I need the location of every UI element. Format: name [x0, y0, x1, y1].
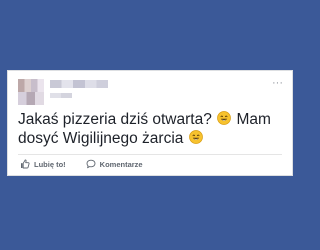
comment-icon — [86, 159, 96, 169]
post-options-button[interactable]: ··· — [272, 78, 283, 89]
actions-divider — [18, 154, 282, 155]
smiling-face-icon — [188, 130, 203, 144]
post-text: Jakaś pizzeria dziś otwarta? Mam dosyć W… — [18, 110, 288, 148]
avatar[interactable] — [18, 79, 44, 105]
post-card: ··· Jakaś pizzeria dziś otwarta? Mam dos… — [7, 70, 293, 176]
like-label: Lubię to! — [34, 159, 66, 169]
comment-button[interactable]: Komentarze — [86, 159, 143, 169]
timestamp-redacted — [50, 93, 72, 98]
post-text-part-1: Jakaś pizzeria dziś otwarta? — [18, 111, 212, 128]
smiling-face-icon — [217, 111, 232, 125]
author-name-redacted[interactable] — [50, 80, 108, 88]
comment-label: Komentarze — [99, 159, 143, 169]
post-actions-bar: Lubię to! Komentarze — [20, 159, 163, 169]
thumbs-up-icon — [21, 159, 30, 169]
like-button[interactable]: Lubię to! — [20, 159, 66, 169]
